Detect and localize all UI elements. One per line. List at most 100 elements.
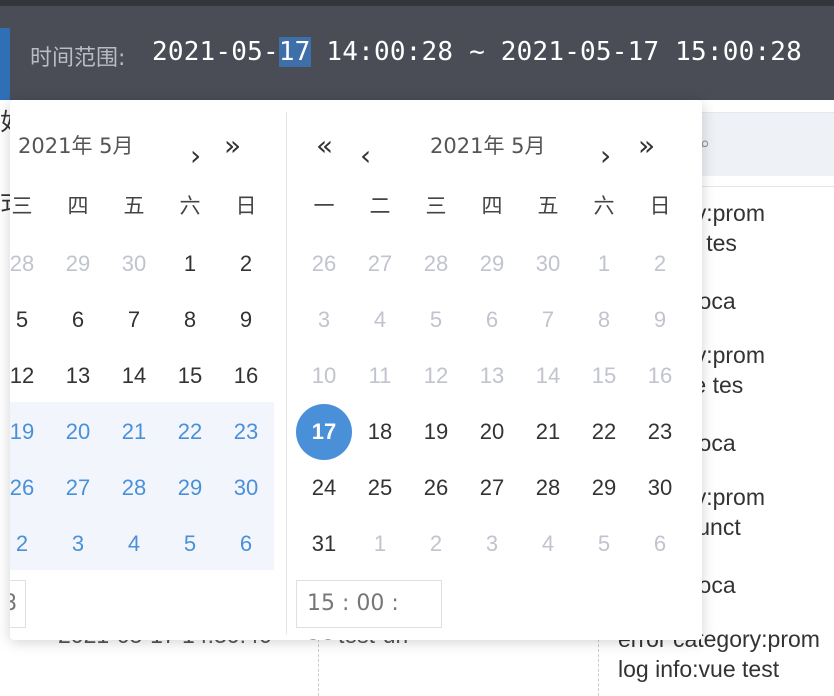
calendar-day[interactable]: 21 (520, 404, 576, 460)
panel-divider (286, 112, 287, 634)
date-range-picker: 2021年 5月 › » 三 四 五 六 日 28 29 30 1 2 5 6 7 8 9 12 13… (10, 100, 702, 640)
calendar-day[interactable]: 23 (218, 404, 274, 460)
calendar-day[interactable]: 2 (632, 236, 688, 292)
calendar-day[interactable]: 16 (632, 348, 688, 404)
calendar-day[interactable]: 28 (10, 236, 50, 292)
calendar-day[interactable]: 3 (296, 292, 352, 348)
calendar-day[interactable]: 4 (520, 516, 576, 572)
left-time-input[interactable]: 8 (10, 580, 26, 628)
calendar-day[interactable]: 29 (464, 236, 520, 292)
next-year-button[interactable]: » (224, 132, 241, 160)
calendar-day[interactable]: 18 (352, 404, 408, 460)
calendar-day[interactable]: 6 (50, 292, 106, 348)
calendar-day[interactable]: 19 (408, 404, 464, 460)
calendar-day[interactable]: 28 (106, 460, 162, 516)
calendar-day[interactable]: 5 (10, 292, 50, 348)
calendar-day[interactable]: 5 (576, 516, 632, 572)
calendar-day[interactable]: 5 (408, 292, 464, 348)
time-range-label: 时间范围: (30, 46, 126, 71)
calendar-day[interactable]: 20 (464, 404, 520, 460)
calendar-day[interactable]: 9 (632, 292, 688, 348)
next-month-button[interactable]: › (600, 142, 611, 170)
range-start-prefix: 2021-05- (152, 37, 279, 67)
bg-search-box[interactable]: ⌕ (700, 112, 834, 176)
calendar-day[interactable]: 7 (520, 292, 576, 348)
calendar-day[interactable]: 17 (296, 404, 352, 460)
calendar-day[interactable]: 31 (296, 516, 352, 572)
calendar-day[interactable]: 29 (50, 236, 106, 292)
weekday-label: 六 (593, 194, 615, 218)
calendar-day[interactable]: 29 (162, 460, 218, 516)
calendar-day[interactable]: 1 (352, 516, 408, 572)
calendar-day[interactable]: 4 (352, 292, 408, 348)
calendar-day[interactable]: 3 (50, 516, 106, 572)
calendar-day[interactable]: 24 (296, 460, 352, 516)
calendar-day[interactable]: 13 (464, 348, 520, 404)
calendar-day[interactable]: 14 (106, 348, 162, 404)
calendar-day[interactable]: 30 (106, 236, 162, 292)
calendar-day[interactable]: 6 (632, 516, 688, 572)
calendar-day[interactable]: 26 (296, 236, 352, 292)
next-month-button[interactable]: › (190, 142, 201, 170)
calendar-day[interactable]: 26 (408, 460, 464, 516)
calendar-day[interactable]: 1 (576, 236, 632, 292)
today-marker: 17 (296, 404, 352, 460)
calendar-day[interactable]: 22 (576, 404, 632, 460)
calendar-day[interactable]: 15 (162, 348, 218, 404)
calendar-day[interactable]: 27 (464, 460, 520, 516)
right-time-input[interactable]: 15 : 00 : 28 (296, 580, 442, 640)
weekday-label: 四 (67, 194, 89, 218)
calendar-day[interactable]: 2 (10, 516, 50, 572)
bg-divider (700, 186, 834, 187)
calendar-day[interactable]: 7 (106, 292, 162, 348)
calendar-day[interactable]: 28 (520, 460, 576, 516)
calendar-day[interactable]: 27 (50, 460, 106, 516)
calendar-day[interactable]: 28 (408, 236, 464, 292)
calendar-day[interactable]: 16 (218, 348, 274, 404)
weekday-label: 五 (123, 194, 145, 218)
calendar-day[interactable]: 15 (576, 348, 632, 404)
calendar-day[interactable]: 14 (520, 348, 576, 404)
calendar-day[interactable]: 22 (162, 404, 218, 460)
calendar-day[interactable]: 9 (218, 292, 274, 348)
calendar-day[interactable]: 26 (10, 460, 50, 516)
calendar-day[interactable]: 6 (218, 516, 274, 572)
calendar-day[interactable]: 25 (352, 460, 408, 516)
calendar-day[interactable]: 2 (218, 236, 274, 292)
calendar-day[interactable]: 11 (352, 348, 408, 404)
calendar-day[interactable]: 12 (10, 348, 50, 404)
weekday-label: 二 (369, 194, 391, 218)
weekday-label: 日 (649, 194, 671, 218)
calendar-day[interactable]: 19 (10, 404, 50, 460)
weekday-label: 日 (235, 194, 257, 218)
calendar-day[interactable]: 2 (408, 516, 464, 572)
calendar-day[interactable]: 10 (296, 348, 352, 404)
time-range-input[interactable]: 2021-05-17 14:00:28 ~ 2021-05-17 15:00:2… (152, 37, 802, 67)
calendar-day[interactable]: 30 (520, 236, 576, 292)
prev-month-button[interactable]: ‹ (360, 142, 371, 170)
calendar-day[interactable]: 30 (218, 460, 274, 516)
calendar-day[interactable]: 1 (162, 236, 218, 292)
weekday-label: 五 (537, 194, 559, 218)
calendar-day[interactable]: 6 (464, 292, 520, 348)
calendar-day[interactable]: 23 (632, 404, 688, 460)
left-month-title: 2021年 5月 (18, 134, 134, 158)
range-selected-day: 17 (278, 37, 311, 67)
calendar-day[interactable]: 8 (162, 292, 218, 348)
calendar-day[interactable]: 20 (50, 404, 106, 460)
weekday-label: 四 (481, 194, 503, 218)
prev-year-button[interactable]: « (316, 132, 333, 160)
calendar-day[interactable]: 12 (408, 348, 464, 404)
next-year-button[interactable]: » (638, 132, 655, 160)
sidebar-edge (0, 28, 10, 100)
calendar-day[interactable]: 3 (464, 516, 520, 572)
calendar-day[interactable]: 21 (106, 404, 162, 460)
filter-bar: 时间范围: 2021-05-17 14:00:28 ~ 2021-05-17 1… (0, 0, 834, 100)
calendar-day[interactable]: 13 (50, 348, 106, 404)
calendar-day[interactable]: 29 (576, 460, 632, 516)
calendar-day[interactable]: 30 (632, 460, 688, 516)
calendar-day[interactable]: 5 (162, 516, 218, 572)
calendar-day[interactable]: 4 (106, 516, 162, 572)
calendar-day[interactable]: 27 (352, 236, 408, 292)
calendar-day[interactable]: 8 (576, 292, 632, 348)
